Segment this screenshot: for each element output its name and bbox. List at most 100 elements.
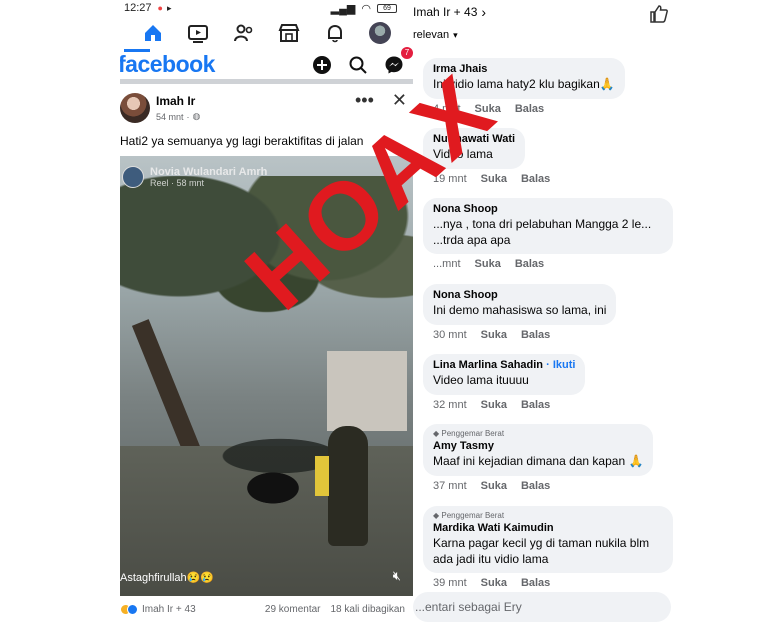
separator-dot: · <box>186 111 190 122</box>
comment-text: Karna pagar kecil yg di taman nukila blm… <box>433 536 650 566</box>
post-author[interactable]: Imah Ir <box>156 94 200 108</box>
comment-time: 32 mnt <box>433 398 467 411</box>
comment-author[interactable]: Nona Shoop <box>433 289 606 301</box>
reel-meta: Reel · 58 mnt <box>150 178 205 188</box>
comment-reply-button[interactable]: Balas <box>515 103 544 115</box>
comment-bubble[interactable]: Lina Marlina Sahadin · Ikuti Video lama … <box>423 354 586 395</box>
shares-count[interactable]: 18 kali dibagikan <box>331 604 406 615</box>
comment-like-button[interactable]: Suka <box>481 480 507 492</box>
reel-author[interactable]: Novia Wulandari Amrh <box>150 166 267 178</box>
globe-icon: ◍ <box>192 111 201 121</box>
comment-author[interactable]: Nurmawati Wati <box>433 133 515 145</box>
comment-like-button[interactable]: Suka <box>475 103 501 115</box>
brand-bar: facebook 7 <box>120 45 413 84</box>
comment-item: Lina Marlina Sahadin · Ikuti Video lama … <box>423 354 586 411</box>
comment-time: 4 mnt <box>433 102 461 115</box>
comment-like-button[interactable]: Suka <box>481 329 507 341</box>
post-panel: 12:27 ● ▸ ▂▄▆ ◠ 69 facebook 7 Imah Ir 54… <box>120 0 413 630</box>
comment-like-button[interactable]: Suka <box>481 577 507 589</box>
comment-author[interactable]: Irma Jhais <box>433 63 615 75</box>
comment-like-button[interactable]: Suka <box>481 173 507 185</box>
comment-reply-button[interactable]: Balas <box>515 258 544 270</box>
facebook-logo[interactable]: facebook <box>120 51 215 78</box>
status-bar: 12:27 ● ▸ ▂▄▆ ◠ 69 <box>120 0 413 16</box>
comment-reply-button[interactable]: Balas <box>521 173 550 185</box>
comment-like-button[interactable]: Suka <box>481 399 507 411</box>
reactions-summary[interactable]: Imah Ir + 43 <box>142 604 196 615</box>
battery-icon: 69 <box>377 3 397 13</box>
video-icon[interactable] <box>185 20 211 46</box>
comment-reply-button[interactable]: Balas <box>521 329 550 341</box>
messenger-icon[interactable]: 7 <box>381 45 413 78</box>
comment-bubble[interactable]: Irma Jhais Ini vidio lama haty2 klu bagi… <box>423 58 625 99</box>
search-icon[interactable] <box>345 52 371 78</box>
comment-author[interactable]: Mardika Wati Kaimudin <box>433 522 663 534</box>
marketplace-icon[interactable] <box>276 20 302 46</box>
like-icon[interactable] <box>649 4 669 29</box>
signal-icon: ▂▄▆ <box>330 2 356 15</box>
post-time-text: 54 mnt <box>156 111 184 122</box>
comment-author-name[interactable]: Lina Marlina Sahadin <box>433 359 543 371</box>
comment-time: 19 mnt <box>433 172 467 185</box>
messenger-badge: 7 <box>400 45 413 60</box>
notifications-bell-icon[interactable] <box>322 20 348 46</box>
notification-icon: ● <box>157 3 163 13</box>
comment-reply-button[interactable]: Balas <box>521 480 550 492</box>
video-motorcycle <box>228 461 318 506</box>
comment-reply-button[interactable]: Balas <box>521 399 550 411</box>
comment-like-button[interactable]: Suka <box>475 258 501 270</box>
close-icon[interactable]: ✕ <box>392 90 407 111</box>
post-footer: Imah Ir + 43 29 komentar 18 kali dibagik… <box>120 596 413 622</box>
comment-bubble[interactable]: Nona Shoop Ini demo mahasiswa so lama, i… <box>423 284 617 325</box>
diamond-icon: ◆ <box>433 511 440 520</box>
status-time: 12:27 <box>124 2 152 14</box>
create-plus-icon[interactable] <box>309 52 335 78</box>
comment-bubble[interactable]: ◆ Penggemar Berat Amy Tasmy Maaf ini kej… <box>423 424 654 476</box>
profile-menu-avatar[interactable] <box>367 20 393 46</box>
reel-author-avatar[interactable] <box>122 166 144 188</box>
comment-input[interactable]: ...entari sebagai Ery <box>413 592 671 622</box>
video-building <box>327 351 407 431</box>
mute-icon[interactable]: 🔇︎ <box>393 568 401 584</box>
comment-text: ...nya , tona dri pelabuhan Mangga 2 le.… <box>433 217 652 247</box>
comment-item: Nurmawati Wati Video lama 19 mnt Suka Ba… <box>423 128 550 185</box>
comment-text: Maaf ini kejadian dimana dan kapan 🙏 <box>433 454 644 468</box>
comment-item: Irma Jhais Ini vidio lama haty2 klu bagi… <box>423 58 625 115</box>
comment-time: 30 mnt <box>433 328 467 341</box>
comment-bubble[interactable]: Nurmawati Wati Video lama <box>423 128 526 169</box>
post-timestamp: 54 mnt · ◍ <box>156 111 200 122</box>
comment-item: ◆ Penggemar Berat Mardika Wati Kaimudin … <box>423 506 673 589</box>
comments-count[interactable]: 29 komentar <box>265 604 321 615</box>
reaction-icons[interactable] <box>120 603 138 615</box>
post-caption: Hati2 ya semuanya yg lagi beraktifitas d… <box>120 134 364 148</box>
comment-reply-button[interactable]: Balas <box>521 577 550 589</box>
comment-text: Ini vidio lama haty2 klu bagikan🙏 <box>433 77 615 91</box>
comment-bubble[interactable]: Nona Shoop ...nya , tona dri pelabuhan M… <box>423 198 673 255</box>
comment-bubble[interactable]: ◆ Penggemar Berat Mardika Wati Kaimudin … <box>423 506 673 574</box>
author-avatar[interactable] <box>120 93 150 123</box>
video-trees <box>120 176 413 376</box>
friends-icon[interactable] <box>231 20 257 46</box>
video-caption: Astaghfirullah😢😢 <box>120 572 215 584</box>
comment-time: 37 mnt <box>433 479 467 492</box>
top-fan-badge: ◆ Penggemar Berat <box>433 429 643 438</box>
post-header: Imah Ir 54 mnt · ◍ ••• ✕ <box>120 84 413 126</box>
comment-author[interactable]: Amy Tasmy <box>433 440 643 452</box>
diamond-icon: ◆ <box>433 429 440 438</box>
badge-label: Penggemar Berat <box>441 429 505 438</box>
follow-link[interactable]: · Ikuti <box>546 359 575 371</box>
video-person <box>328 426 368 546</box>
comment-text: Video lama ituuuu <box>433 373 529 387</box>
home-icon[interactable] <box>140 20 166 46</box>
chevron-down-icon: ▾ <box>453 29 458 40</box>
reel-video[interactable]: Novia Wulandari Amrh Reel · 58 mnt Astag… <box>120 156 413 596</box>
more-options-icon[interactable]: ••• <box>355 90 374 111</box>
comment-author[interactable]: Nona Shoop <box>433 203 663 215</box>
comment-item: Nona Shoop Ini demo mahasiswa so lama, i… <box>423 284 617 341</box>
chevron-right-icon[interactable]: › <box>481 4 486 20</box>
reel-header: Novia Wulandari Amrh Reel · 58 mnt <box>122 166 267 188</box>
top-nav <box>120 16 413 52</box>
reactions-header[interactable]: Imah Ir + 43 <box>413 5 477 19</box>
sort-dropdown[interactable]: relevan ▾ <box>413 24 683 46</box>
comment-author: Lina Marlina Sahadin · Ikuti <box>433 359 575 371</box>
